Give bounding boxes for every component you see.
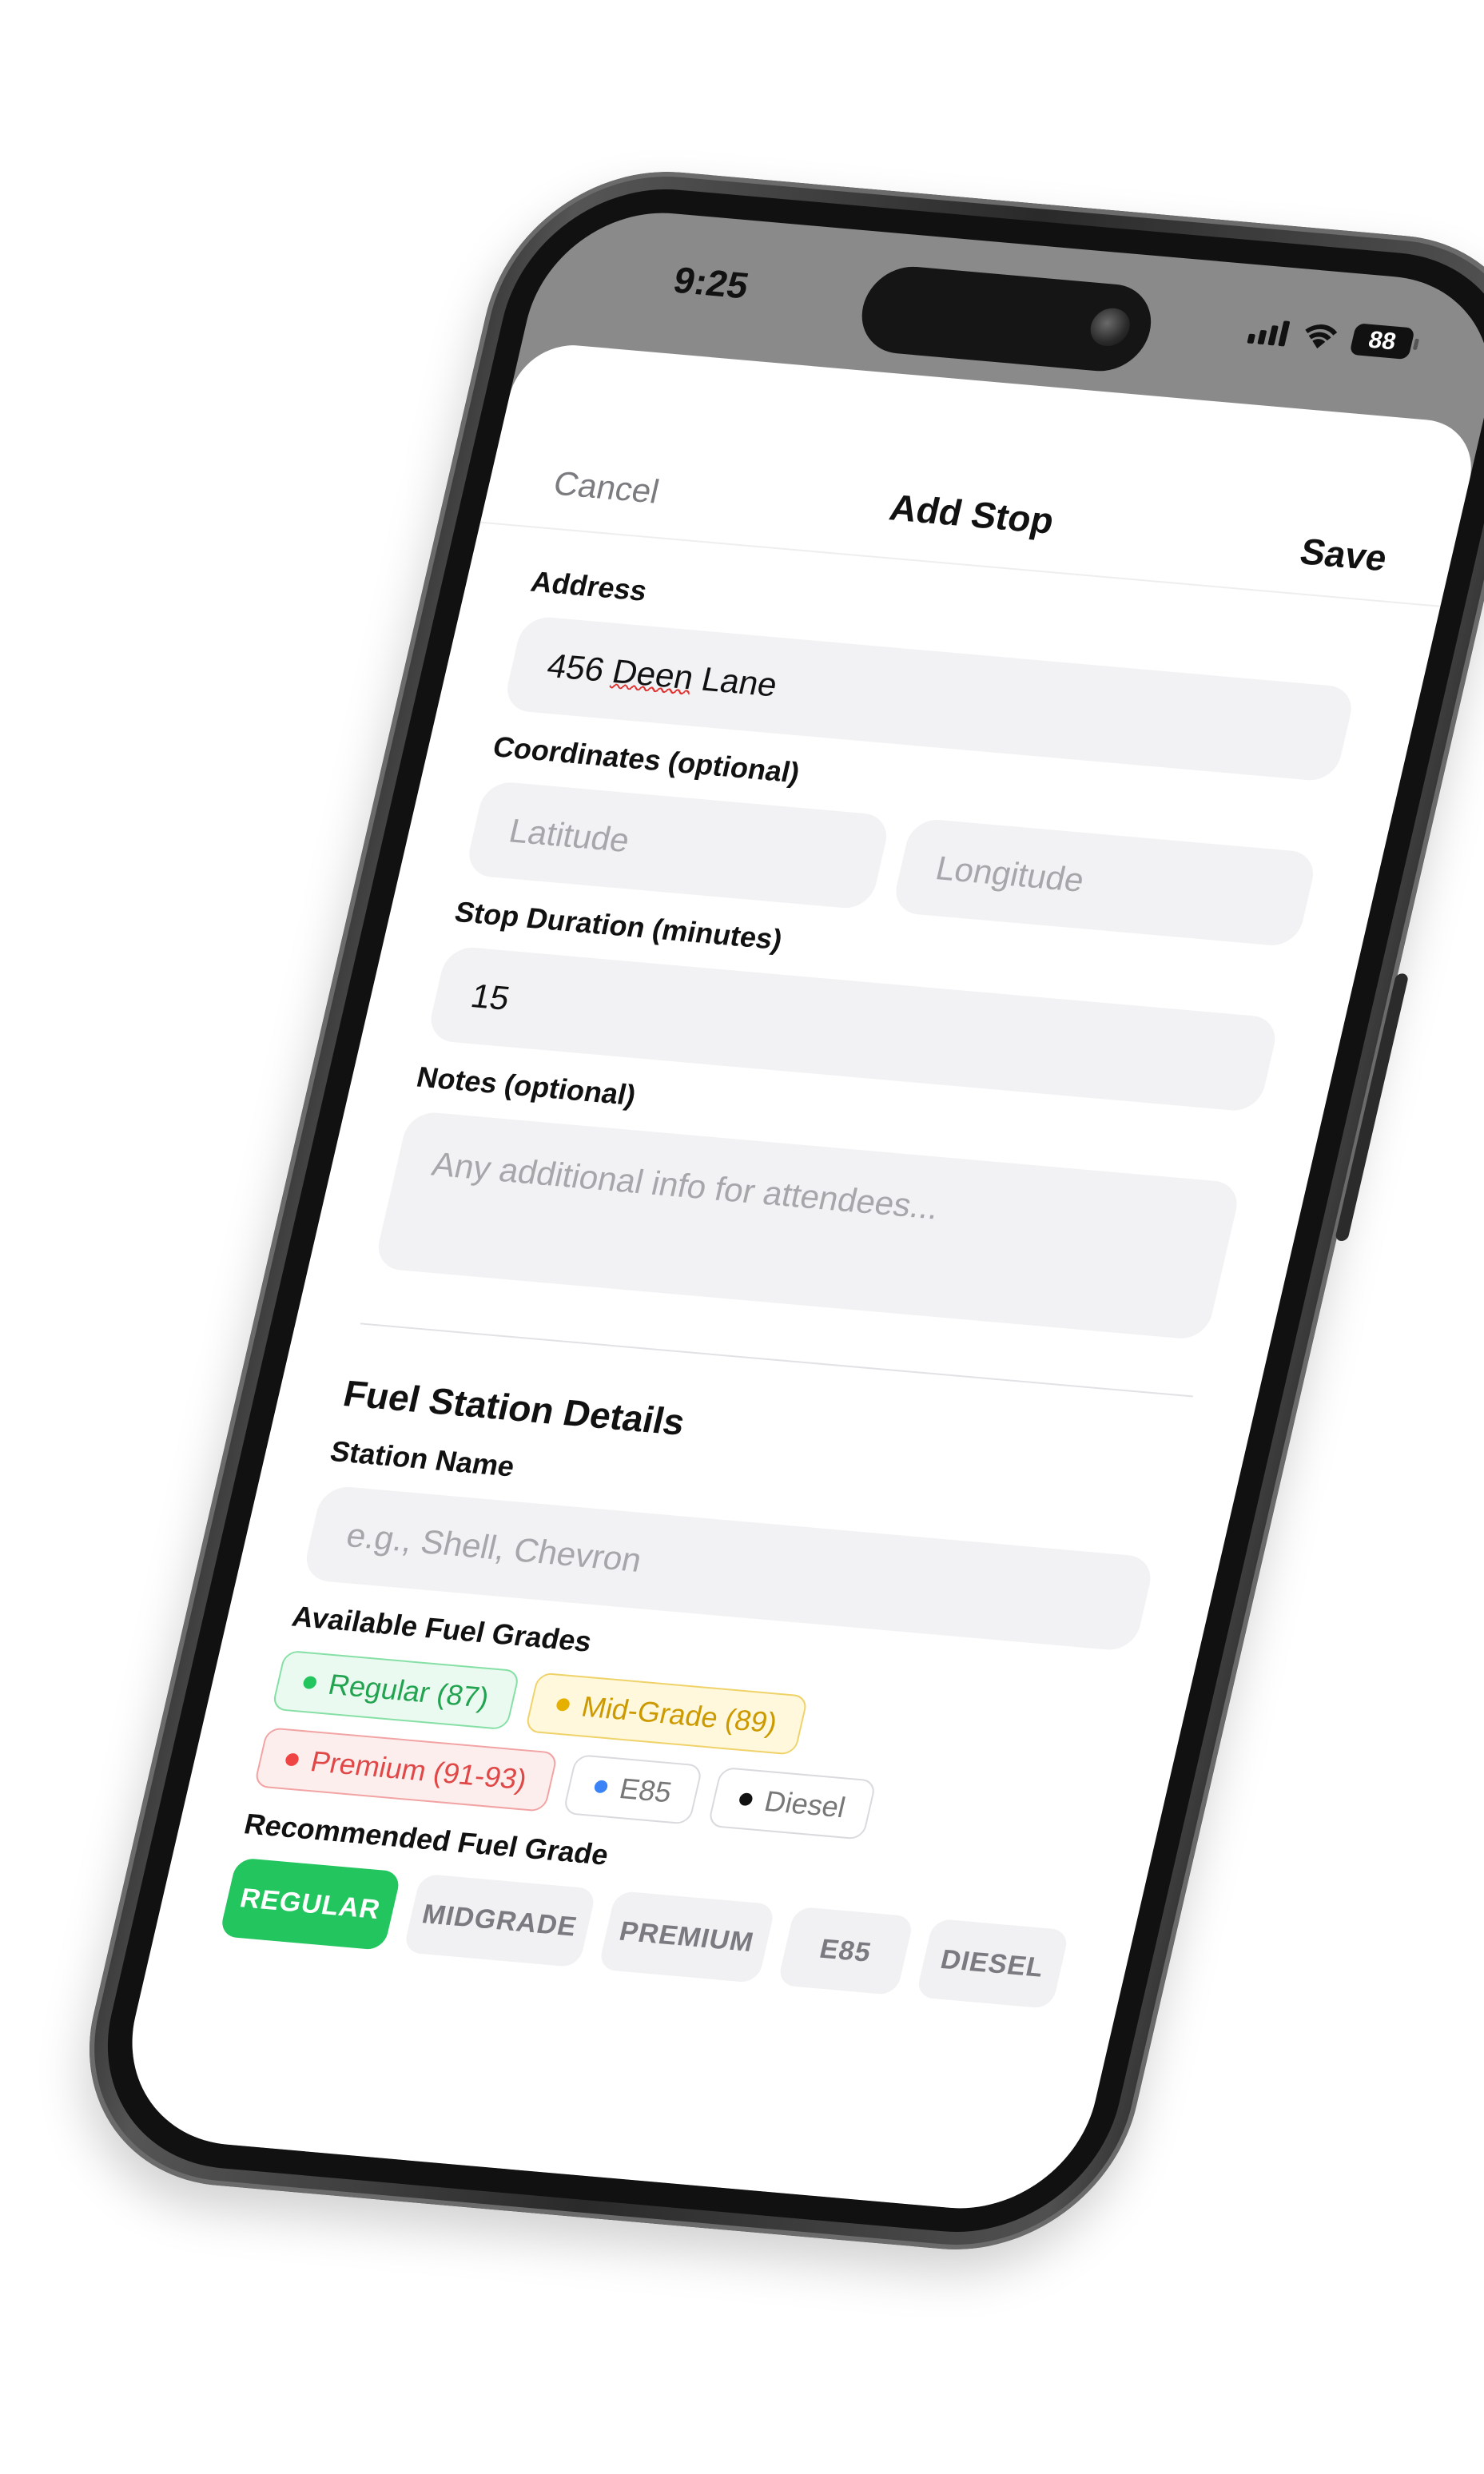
camera-icon <box>1086 306 1134 348</box>
fuel-grade-chip-label: Premium (91-93) <box>307 1744 531 1796</box>
fuel-grade-chip-label: E85 <box>616 1772 675 1809</box>
add-stop-sheet: Cancel Add Stop Save Address 456 Deen La… <box>108 340 1482 2218</box>
fuel-grade-chip-label: Mid-Grade (89) <box>579 1689 781 1740</box>
fuel-grade-chip[interactable]: Regular (87) <box>271 1649 521 1731</box>
status-time: 9:25 <box>670 259 753 307</box>
fuel-grade-dot-icon <box>593 1780 609 1794</box>
fuel-grade-chip[interactable]: Diesel <box>707 1766 877 1840</box>
fuel-grade-dot-icon <box>738 1792 754 1807</box>
address-value-prefix: 456 <box>543 646 618 690</box>
stage: 9:25 88 Cancel Add Stop Save Address 456… <box>0 0 1484 2474</box>
address-value-misspelled: Deen <box>608 652 698 697</box>
longitude-input[interactable]: Longitude <box>890 817 1319 948</box>
recommended-grade-option-diesel[interactable]: DIESEL <box>915 1918 1070 2010</box>
cellular-signal-icon <box>1247 316 1291 347</box>
fuel-grade-dot-icon <box>301 1676 318 1690</box>
recommended-grade-option-premium[interactable]: PREMIUM <box>597 1890 776 1983</box>
battery-icon: 88 <box>1349 323 1415 360</box>
status-icons: 88 <box>1247 314 1415 360</box>
wifi-icon <box>1305 324 1338 349</box>
fuel-grade-chip-label: Diesel <box>761 1784 849 1824</box>
recommended-grade-option-e85[interactable]: E85 <box>776 1906 915 1996</box>
recommended-grade-option-midgrade[interactable]: MIDGRADE <box>402 1873 597 1968</box>
recommended-grade-option-regular[interactable]: REGULAR <box>218 1857 402 1951</box>
address-value-suffix: Lane <box>688 658 782 704</box>
fuel-grade-chip-label: Regular (87) <box>325 1668 492 1714</box>
save-button[interactable]: Save <box>1296 530 1391 579</box>
fuel-grade-chip[interactable]: E85 <box>562 1753 704 1825</box>
dynamic-island <box>853 263 1160 375</box>
phone-frame: 9:25 88 Cancel Add Stop Save Address 456… <box>57 158 1484 2263</box>
fuel-grade-dot-icon <box>284 1752 300 1767</box>
latitude-input[interactable]: Latitude <box>464 780 892 910</box>
fuel-grade-chip[interactable]: Premium (91-93) <box>253 1727 559 1812</box>
stop-form: Address 456 Deen Lane Coordinates (optio… <box>155 523 1440 2015</box>
fuel-grade-dot-icon <box>555 1697 571 1712</box>
fuel-grade-chip[interactable]: Mid-Grade (89) <box>524 1672 810 1756</box>
